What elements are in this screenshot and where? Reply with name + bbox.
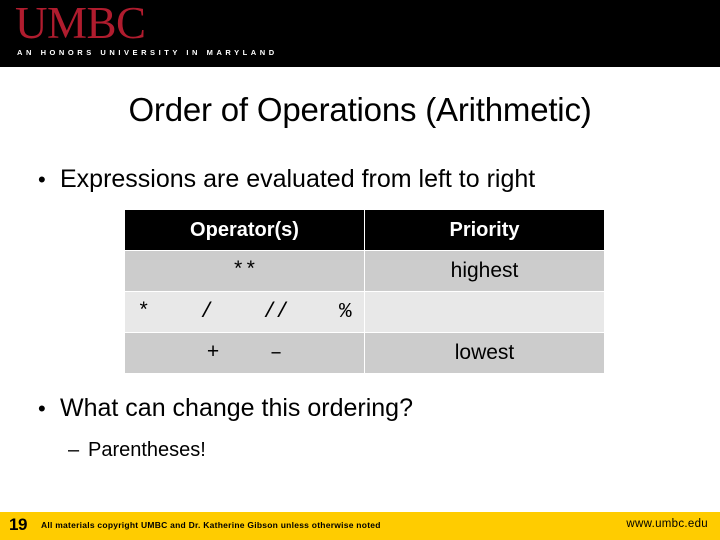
website-url: www.umbc.edu [626,518,708,530]
cell-priority [365,292,604,332]
table-header-row: Operator(s) Priority [125,210,604,250]
table-row: ** highest [125,251,604,291]
copyright-notice: All materials copyright UMBC and Dr. Kat… [41,520,381,530]
page-title: Order of Operations (Arithmetic) [128,91,592,128]
slide-footer-bar: 19 All materials copyright UMBC and Dr. … [0,512,720,540]
umbc-logo-tagline: AN HONORS UNIVERSITY IN MARYLAND [17,48,278,57]
cell-operators: ** [125,251,364,291]
column-header-priority: Priority [365,210,604,250]
umbc-logo-wordmark: UMBC [15,0,146,48]
table-row: + – lowest [125,333,604,373]
column-header-operators: Operator(s) [125,210,364,250]
cell-operators: + – [125,333,364,373]
slide-header-banner: UMBC AN HONORS UNIVERSITY IN MARYLAND [0,0,720,67]
sub-bullet-text: Parentheses! [88,439,206,461]
cell-operators: * / // % [125,292,364,332]
bullet-item-expressions: • Expressions are evaluated from left to … [38,163,535,196]
sub-bullet-marker-icon: – [68,439,80,461]
bullet-text: Expressions are evaluated from left to r… [60,165,536,193]
bullet-text: What can change this ordering? [60,394,413,422]
bullet-marker-icon: • [38,167,46,192]
slide-number: 19 [9,515,27,534]
operator-priority-table: Operator(s) Priority ** highest * / // %… [124,209,605,374]
bullet-marker-icon: • [38,396,46,421]
bullet-item-ordering-question: • What can change this ordering? [38,392,413,425]
sub-bullet-item-parentheses: – Parentheses! [68,437,206,463]
cell-priority: highest [365,251,604,291]
cell-priority: lowest [365,333,604,373]
table-row: * / // % [125,292,604,332]
